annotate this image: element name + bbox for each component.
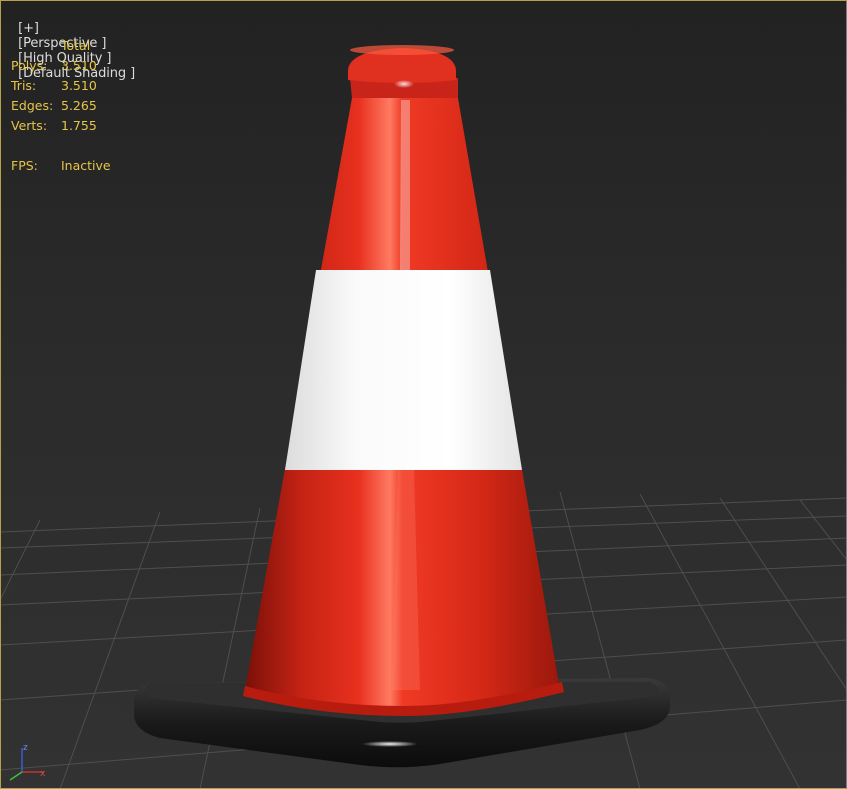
axis-z-label: z: [23, 743, 28, 753]
stats-row-tris: Tris: 3.510: [11, 78, 97, 93]
stats-row-edges: Edges: 5.265: [11, 98, 97, 113]
axis-x-label: x: [40, 769, 46, 779]
statistics-overlay: Total Polys: 3.510 Tris: 3.510 Edges: 5.265…: [11, 36, 111, 176]
viewport-scene[interactable]: [0, 0, 847, 789]
stats-header: Total: [61, 38, 91, 53]
stats-row-fps: FPS: Inactive: [11, 158, 111, 173]
traffic-cone: [243, 45, 564, 716]
perspective-viewport[interactable]: [+] [Perspective ] [High Quality ] [Defa…: [0, 0, 847, 789]
stats-row-polys: Polys: 3.510: [11, 58, 97, 73]
stats-row-verts: Verts: 1.755: [11, 118, 97, 133]
axis-tripod-icon: z x: [23, 743, 46, 779]
viewport-plus-menu[interactable]: [+]: [18, 21, 39, 36]
